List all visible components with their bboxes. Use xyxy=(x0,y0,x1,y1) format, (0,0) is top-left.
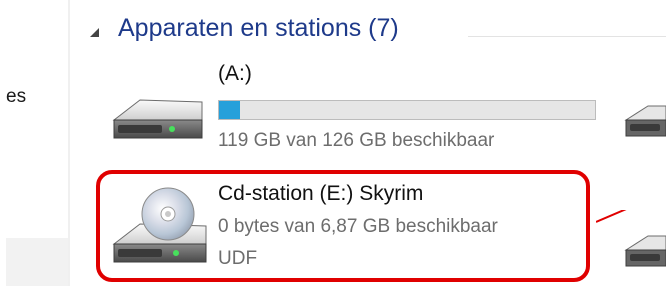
pane-divider[interactable] xyxy=(68,0,70,286)
nav-item-selected[interactable] xyxy=(6,238,68,286)
navigation-pane: es xyxy=(0,0,70,286)
highlight-annotation xyxy=(96,170,590,282)
usage-bar-fill xyxy=(219,101,241,119)
group-title[interactable]: Apparaten en stations (7) xyxy=(118,14,399,43)
drive-free-space: 119 GB van 126 GB beschikbaar xyxy=(218,130,495,151)
usage-bar xyxy=(218,100,596,120)
explorer-window: es Apparaten en stations (7) (A:) 119 GB… xyxy=(0,0,666,286)
hard-drive-icon[interactable] xyxy=(624,96,666,146)
hard-drive-icon[interactable] xyxy=(624,226,666,276)
collapse-arrow-icon[interactable] xyxy=(90,28,99,37)
annotation-pointer-line xyxy=(596,210,627,223)
drive-name: (A:) xyxy=(218,62,252,85)
hard-drive-icon xyxy=(112,99,203,139)
drive-tile-a[interactable]: (A:) 119 GB van 126 GB beschikbaar xyxy=(100,60,620,160)
group-divider xyxy=(468,36,666,37)
nav-item-label[interactable]: es xyxy=(6,86,26,108)
group-header-devices[interactable]: Apparaten en stations (7) xyxy=(90,14,666,54)
